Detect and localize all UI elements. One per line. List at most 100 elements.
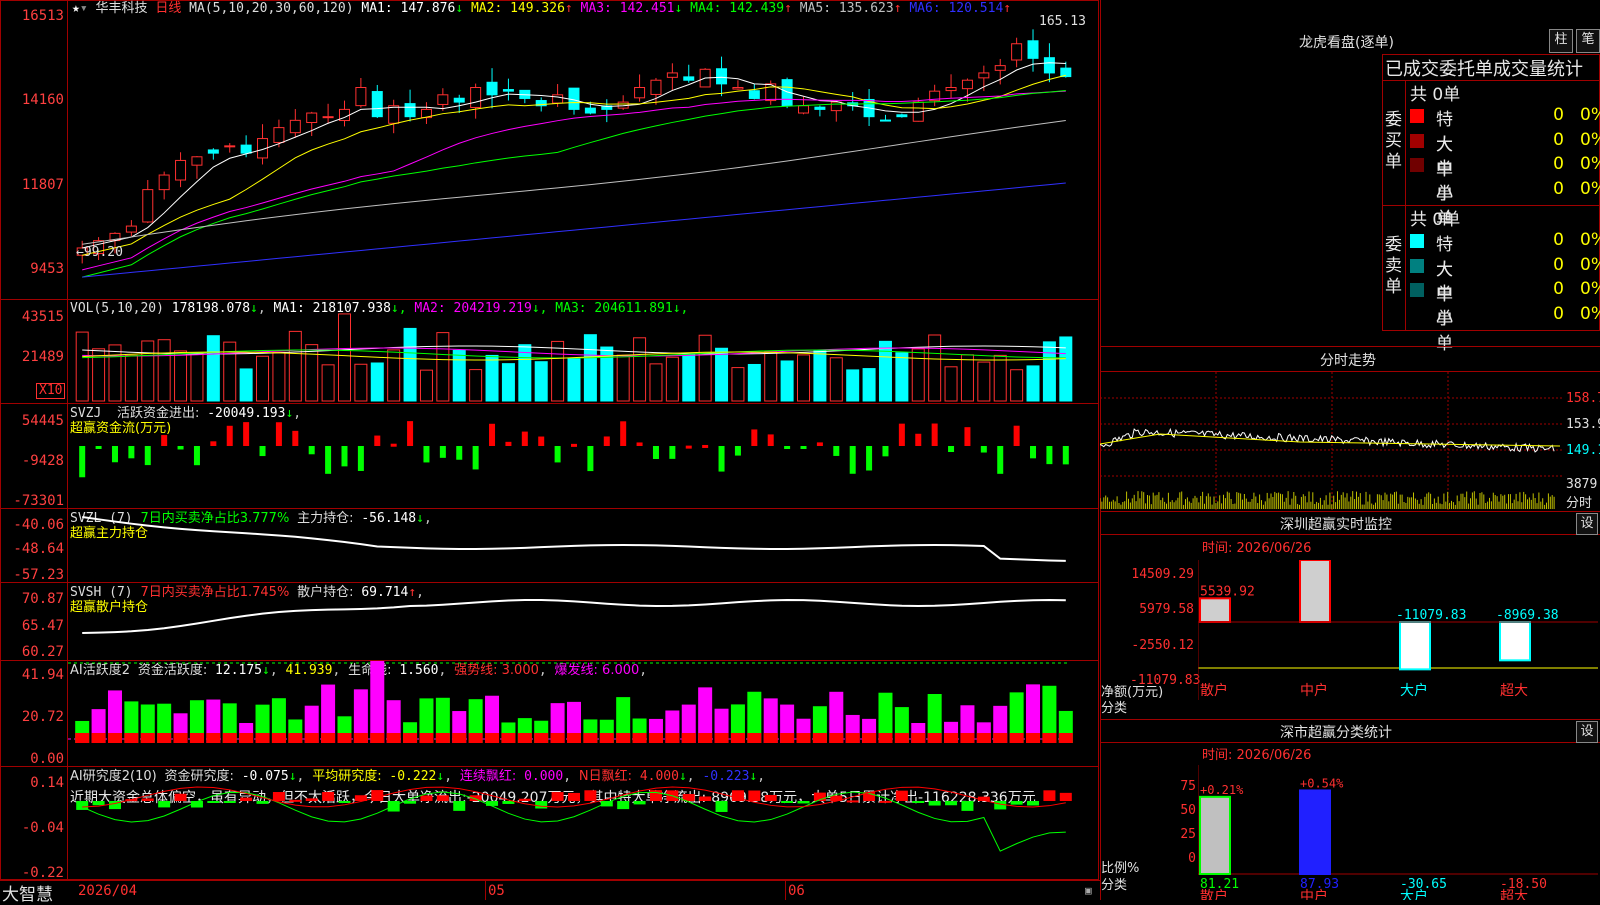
research-bar	[1059, 792, 1072, 801]
life-bar	[567, 733, 581, 743]
monitor-tick: 5979.58	[1139, 602, 1194, 617]
flow-bar	[587, 446, 594, 472]
life-bar	[534, 733, 549, 743]
flow-bar	[79, 446, 86, 478]
monitor-settings-button[interactable]: 设	[1576, 513, 1598, 535]
flow-bar	[226, 425, 233, 446]
color-swatch	[1410, 234, 1424, 248]
flow-bar	[784, 446, 791, 449]
volume-bar	[403, 327, 417, 402]
life-bar	[665, 733, 680, 743]
volume-bar	[813, 350, 827, 402]
flow-bar	[931, 423, 938, 446]
life-bar	[517, 733, 532, 743]
candle	[961, 79, 973, 90]
flow-bar	[275, 422, 282, 446]
life-bar	[812, 733, 827, 743]
candle	[978, 72, 990, 79]
life-bar	[993, 733, 1008, 743]
flow-bar	[407, 421, 414, 446]
research-bar	[404, 801, 417, 804]
flow-bar	[816, 442, 823, 446]
svzl-tick: -57.23	[13, 567, 64, 583]
ai1-tick: 41.94	[21, 667, 64, 683]
volume-bar	[911, 348, 925, 402]
volume-bar	[829, 357, 843, 402]
research-bar	[322, 791, 335, 801]
volume-bar	[747, 363, 761, 402]
flow-bar	[456, 446, 463, 460]
life-bar	[845, 733, 860, 743]
order-label: 小单	[1436, 183, 1453, 229]
candle	[273, 127, 285, 143]
candle	[322, 116, 334, 119]
flow-bar	[866, 446, 873, 471]
volume-bar	[485, 354, 499, 402]
research-bar	[535, 801, 548, 809]
class-category: 中户	[1300, 888, 1328, 900]
candle	[945, 87, 957, 92]
zhu-button[interactable]: 柱	[1549, 29, 1573, 53]
monitor-bar	[1499, 621, 1531, 662]
lock-icon[interactable]: ▣	[1085, 884, 1092, 897]
volume-bar	[649, 363, 663, 402]
candle	[732, 87, 744, 90]
life-bar	[222, 733, 237, 743]
flow-bar	[636, 442, 643, 446]
holding-line	[82, 599, 1066, 634]
svsh-chart	[82, 599, 1066, 634]
candle	[683, 76, 695, 81]
life-bar	[255, 733, 270, 743]
life-bar	[599, 733, 614, 743]
chart-area[interactable]: ★▾ 华丰科技 日线 MA(5,10,20,30,60,120) MA1: 14…	[0, 0, 1100, 905]
svsh-tick: 60.27	[21, 644, 64, 660]
volume-bar	[928, 334, 942, 402]
research-bar	[486, 801, 499, 806]
research-bar	[371, 790, 384, 801]
svzl-tick: -40.06	[13, 517, 64, 533]
flow-bar	[259, 446, 266, 457]
life-bar	[730, 733, 745, 743]
life-bar	[1026, 733, 1041, 743]
bi-button[interactable]: 笔	[1576, 29, 1600, 53]
life-bar	[681, 733, 696, 743]
candle	[568, 87, 580, 110]
class-category: 大户	[1400, 888, 1428, 900]
research-bar	[699, 796, 712, 801]
intraday-tick: 153.9	[1566, 417, 1600, 432]
class-settings-button[interactable]: 设	[1576, 721, 1598, 743]
monitor-bar	[1399, 621, 1431, 671]
candle	[584, 107, 596, 114]
price-tick: 16513	[21, 8, 64, 24]
life-bar	[370, 733, 385, 743]
life-bar	[140, 733, 155, 743]
flow-bar	[210, 441, 217, 446]
research-bar	[207, 801, 220, 803]
volume-bar	[797, 354, 811, 402]
candle	[289, 119, 301, 134]
candle	[879, 119, 891, 122]
life-bar	[386, 733, 401, 743]
candle	[453, 97, 465, 103]
volume-bar	[567, 358, 581, 402]
research-bar	[289, 799, 302, 802]
research-bar	[961, 801, 974, 811]
life-bar	[550, 733, 565, 743]
candle	[158, 174, 170, 191]
color-swatch	[1410, 182, 1424, 197]
volume-chart	[75, 313, 1073, 402]
color-swatch	[1410, 133, 1424, 148]
ma-line	[82, 182, 1066, 278]
volume-bar	[944, 366, 958, 402]
intraday-chart[interactable]	[1100, 372, 1564, 510]
volume-bar	[534, 361, 548, 402]
volume-bar	[256, 355, 270, 402]
candlestick-chart[interactable]	[68, 0, 1099, 299]
research-bar	[141, 798, 154, 801]
life-bar	[648, 733, 663, 743]
class-top-label: +0.21%	[1200, 783, 1244, 797]
flow-bar	[685, 445, 692, 449]
flow-bar	[620, 421, 627, 446]
research-bar	[240, 797, 253, 801]
research-bar	[1043, 790, 1056, 801]
